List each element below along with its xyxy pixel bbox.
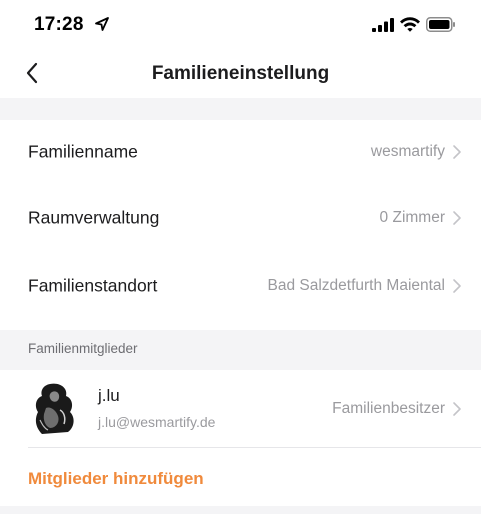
member-email: j.lu@wesmartify.de: [98, 414, 216, 430]
family-name-label: Familienname: [28, 141, 138, 162]
members-section-header: Familienmitglieder: [28, 341, 138, 356]
cellular-signal-icon: [372, 18, 394, 32]
chevron-right-icon: [453, 279, 461, 293]
family-name-row[interactable]: Familienname wesmartify: [0, 120, 481, 184]
room-count-value: 0 Zimmer: [379, 209, 445, 226]
room-management-row[interactable]: Raumverwaltung 0 Zimmer: [0, 186, 481, 250]
chevron-right-icon: [453, 145, 461, 159]
add-members-button[interactable]: Mitglieder hinzufügen: [28, 469, 204, 489]
family-settings-screen: 17:28 Familieneinstellung Familienname w…: [0, 0, 481, 514]
status-time: 17:28: [34, 14, 84, 35]
wifi-icon: [400, 17, 420, 32]
room-management-label: Raumverwaltung: [28, 207, 160, 228]
family-location-label: Familienstandort: [28, 275, 158, 296]
page-title: Familieneinstellung: [151, 63, 330, 84]
member-role: Familienbesitzer: [332, 400, 445, 417]
location-arrow-icon: [95, 17, 109, 31]
member-row[interactable]: j.lu j.lu@wesmartify.de Familienbesitzer: [0, 370, 481, 448]
avatar: [30, 380, 80, 436]
section-separator: [0, 98, 481, 120]
status-bar: 17:28: [0, 0, 481, 48]
chevron-right-icon: [453, 402, 461, 416]
family-location-row[interactable]: Familienstandort Bad Salzdetfurth Maient…: [0, 254, 481, 318]
navigation-bar: Familieneinstellung: [0, 48, 481, 98]
family-location-value: Bad Salzdetfurth Maiental: [267, 277, 446, 294]
section-separator: [0, 506, 481, 514]
family-name-value: wesmartify: [370, 143, 445, 160]
chevron-right-icon: [453, 211, 461, 225]
battery-icon: [426, 17, 455, 32]
member-name: j.lu: [98, 386, 120, 405]
divider: [28, 447, 481, 448]
